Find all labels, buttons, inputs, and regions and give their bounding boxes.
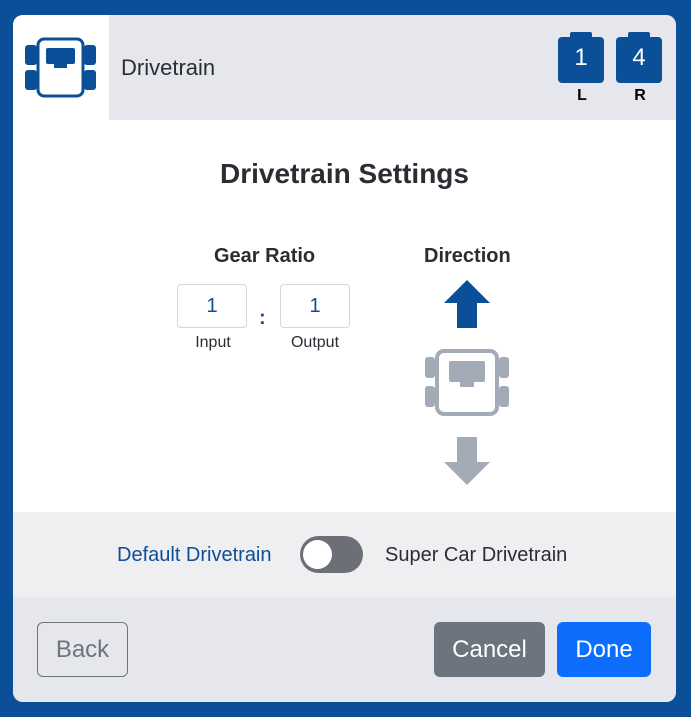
drivetrain-type-row: Default Drivetrain Super Car Drivetrain xyxy=(13,512,676,597)
port-badge-left[interactable]: 1 L xyxy=(558,32,606,105)
cancel-button[interactable]: Cancel xyxy=(434,622,545,677)
drivetrain-robot-icon xyxy=(425,349,509,416)
port-number-left: 1 xyxy=(558,32,604,83)
gear-ratio-label: Gear Ratio xyxy=(214,245,316,267)
port-badge-right[interactable]: 4 R xyxy=(616,32,664,105)
reverse-arrow-icon[interactable] xyxy=(444,437,490,485)
direction-label: Direction xyxy=(424,245,511,267)
dialog-footer: Back Cancel Done xyxy=(13,597,676,702)
back-button[interactable]: Back xyxy=(37,622,128,677)
done-button[interactable]: Done xyxy=(557,622,651,677)
port-number-right: 4 xyxy=(616,32,662,83)
settings-title: Drivetrain Settings xyxy=(220,158,469,189)
gear-output-field[interactable]: 1 xyxy=(280,284,350,328)
output-caption: Output xyxy=(290,334,340,351)
header-title: Drivetrain xyxy=(121,55,216,80)
drivetrain-type-toggle[interactable] xyxy=(300,536,363,573)
drivetrain-dialog: Drivetrain 1 L 4 R Drivetrain Settings G… xyxy=(13,15,676,702)
port-side-right: R xyxy=(634,87,646,104)
direction-selector xyxy=(421,280,513,491)
toggle-knob xyxy=(303,540,332,569)
header-icon-box xyxy=(13,15,109,120)
default-drivetrain-label[interactable]: Default Drivetrain xyxy=(117,544,272,567)
input-caption: Input xyxy=(195,334,231,351)
port-side-left: L xyxy=(577,87,587,104)
dialog-header: Drivetrain 1 L 4 R xyxy=(13,15,676,120)
gear-input-field[interactable]: 1 xyxy=(177,284,247,328)
super-car-drivetrain-label[interactable]: Super Car Drivetrain xyxy=(385,544,567,567)
forward-arrow-icon[interactable] xyxy=(444,280,490,328)
drivetrain-icon xyxy=(25,37,96,98)
ratio-separator: : xyxy=(259,307,266,329)
